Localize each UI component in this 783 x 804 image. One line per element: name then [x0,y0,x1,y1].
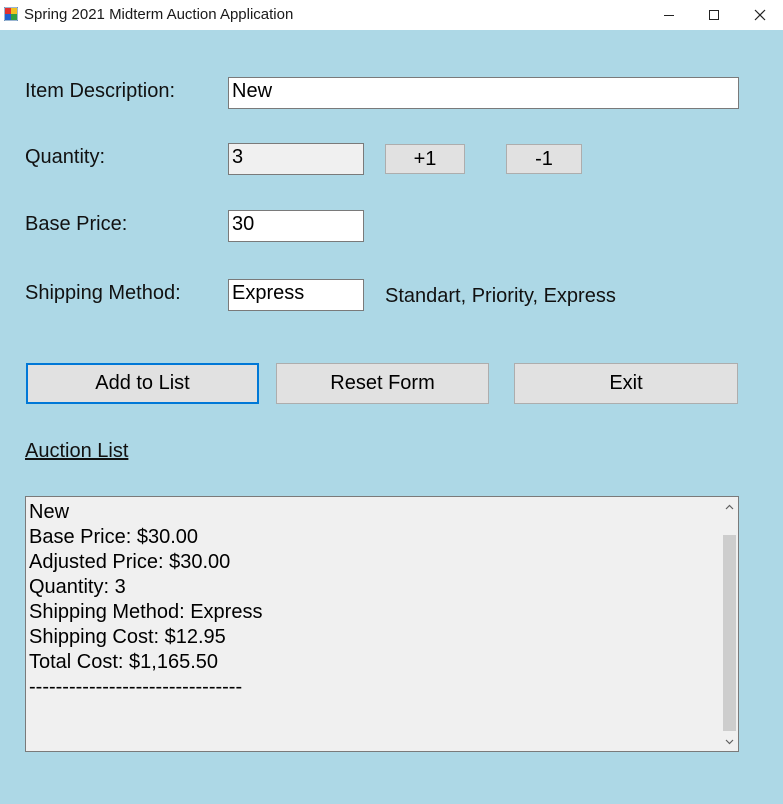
shipping-method-input[interactable]: Express [228,279,364,311]
list-item[interactable]: -------------------------------- [29,675,262,700]
list-item[interactable]: Adjusted Price: $30.00 [29,550,262,575]
increment-quantity-button[interactable]: +1 [385,144,465,174]
minimize-button[interactable] [649,0,689,30]
list-item[interactable]: Shipping Method: Express [29,600,262,625]
chevron-up-icon [725,504,734,509]
base-price-label: Base Price: [25,213,128,235]
item-description-label: Item Description: [25,80,176,102]
exit-button[interactable]: Exit [514,363,738,404]
auction-list-heading: Auction List [25,440,129,462]
title-bar[interactable]: Spring 2021 Midterm Auction Application [0,0,783,30]
maximize-icon [709,10,719,20]
maximize-button[interactable] [694,0,734,30]
window-title: Spring 2021 Midterm Auction Application [24,6,294,23]
list-item[interactable]: Base Price: $30.00 [29,525,262,550]
shipping-options-hint: Standart, Priority, Express [385,285,616,307]
add-to-list-button[interactable]: Add to List [26,363,259,404]
item-description-input[interactable]: New [228,77,739,109]
minimize-icon [664,15,674,16]
auction-list-box[interactable]: New Base Price: $30.00 Adjusted Price: $… [25,496,739,752]
scroll-up-button[interactable] [721,498,738,515]
list-item[interactable]: Total Cost: $1,165.50 [29,650,262,675]
app-icon [4,7,18,21]
vertical-scrollbar[interactable] [721,497,738,751]
list-item[interactable]: New [29,500,262,525]
quantity-field[interactable]: 3 [228,143,364,175]
list-item[interactable]: Shipping Cost: $12.95 [29,625,262,650]
auction-app-window: Spring 2021 Midterm Auction Application … [0,0,783,804]
chevron-down-icon [725,739,734,744]
quantity-label: Quantity: [25,146,106,168]
shipping-method-label: Shipping Method: [25,282,181,304]
close-icon [754,9,766,21]
auction-list-lines: New Base Price: $30.00 Adjusted Price: $… [29,500,262,700]
reset-form-button[interactable]: Reset Form [276,363,489,404]
base-price-input[interactable]: 30 [228,210,364,242]
list-item[interactable]: Quantity: 3 [29,575,262,600]
scroll-thumb[interactable] [723,535,736,731]
close-button[interactable] [740,0,780,30]
decrement-quantity-button[interactable]: -1 [506,144,582,174]
scroll-down-button[interactable] [721,733,738,750]
